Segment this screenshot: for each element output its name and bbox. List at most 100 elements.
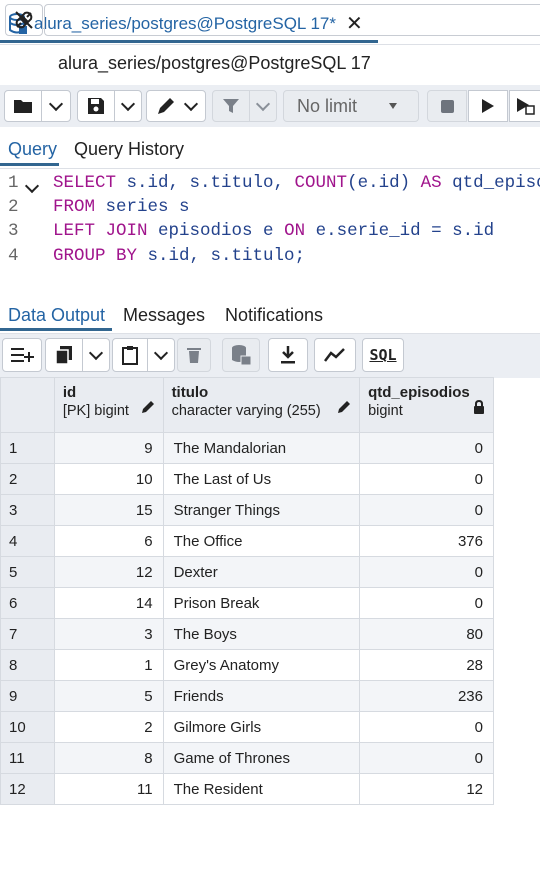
row-number[interactable]: 8 xyxy=(0,649,55,681)
copy-button[interactable] xyxy=(45,338,83,372)
cell-qtd-episodios[interactable]: 0 xyxy=(359,556,494,588)
cell-id[interactable]: 10 xyxy=(53,463,164,495)
cell-titulo[interactable]: Game of Thrones xyxy=(162,742,361,774)
cell-qtd-episodios[interactable]: 28 xyxy=(359,649,494,681)
row-number[interactable]: 2 xyxy=(0,463,55,495)
cell-titulo[interactable]: Friends xyxy=(162,680,361,712)
connection-status-button[interactable] xyxy=(5,4,43,36)
filter-icon xyxy=(223,99,239,113)
table-row[interactable]: 11 8 Game of Thrones 0 xyxy=(0,742,494,774)
cell-id[interactable]: 15 xyxy=(53,494,164,526)
cell-qtd-episodios[interactable]: 376 xyxy=(359,525,494,557)
cell-qtd-episodios[interactable]: 80 xyxy=(359,618,494,650)
tab-notifications[interactable]: Notifications xyxy=(225,305,323,326)
sql-token: FROM xyxy=(53,197,106,217)
table-row[interactable]: 2 10 The Last of Us 0 xyxy=(0,463,494,495)
row-number[interactable]: 5 xyxy=(0,556,55,588)
cell-titulo[interactable]: Dexter xyxy=(162,556,361,588)
chevron-down-icon xyxy=(183,96,199,111)
table-row[interactable]: 7 3 The Boys 80 xyxy=(0,618,494,650)
graph-visualiser-button[interactable] xyxy=(314,338,356,372)
row-number[interactable]: 11 xyxy=(0,742,55,774)
cell-titulo[interactable]: The Mandalorian xyxy=(162,432,361,464)
open-file-menu-button[interactable] xyxy=(41,90,71,122)
sql-token: episodios e xyxy=(158,221,285,241)
save-button[interactable] xyxy=(77,90,115,122)
cell-titulo[interactable]: The Boys xyxy=(162,618,361,650)
cell-qtd-episodios[interactable]: 0 xyxy=(359,432,494,464)
data-grid: id [PK] bigint titulo character varying … xyxy=(0,377,494,805)
save-data-button[interactable] xyxy=(222,338,260,372)
row-number[interactable]: 4 xyxy=(0,525,55,557)
table-row[interactable]: 8 1 Grey's Anatomy 28 xyxy=(0,649,494,681)
cell-qtd-episodios[interactable]: 236 xyxy=(359,680,494,712)
cell-qtd-episodios[interactable]: 0 xyxy=(359,587,494,619)
delete-row-button[interactable] xyxy=(177,338,211,372)
execute-button[interactable] xyxy=(468,90,508,122)
cell-titulo[interactable]: The Resident xyxy=(162,773,361,805)
row-number[interactable]: 9 xyxy=(0,680,55,712)
cell-qtd-episodios[interactable]: 0 xyxy=(359,463,494,495)
cell-qtd-episodios[interactable]: 0 xyxy=(359,494,494,526)
sql-token: LEFT JOIN xyxy=(53,221,159,241)
column-header-titulo[interactable]: titulo character varying (255) xyxy=(162,377,361,433)
column-header-id[interactable]: id [PK] bigint xyxy=(53,377,164,433)
paste-button[interactable] xyxy=(112,338,148,372)
cell-id[interactable]: 6 xyxy=(53,525,164,557)
table-row[interactable]: 3 15 Stranger Things 0 xyxy=(0,494,494,526)
copy-menu-button[interactable] xyxy=(82,338,110,372)
cell-titulo[interactable]: The Office xyxy=(162,525,361,557)
tab-messages[interactable]: Messages xyxy=(123,305,205,326)
tab-data-output[interactable]: Data Output xyxy=(8,305,105,326)
table-row[interactable]: 1 9 The Mandalorian 0 xyxy=(0,432,494,464)
cell-id[interactable]: 8 xyxy=(53,742,164,774)
cell-id[interactable]: 11 xyxy=(53,773,164,805)
open-file-button[interactable] xyxy=(4,90,42,122)
filter-button[interactable] xyxy=(212,90,250,122)
copy-icon xyxy=(55,346,72,365)
cell-id[interactable]: 14 xyxy=(53,587,164,619)
table-row[interactable]: 12 11 The Resident 12 xyxy=(0,773,494,805)
column-header-qtd-episodios[interactable]: qtd_episodios bigint xyxy=(359,377,494,433)
cell-titulo[interactable]: Stranger Things xyxy=(162,494,361,526)
row-number[interactable]: 6 xyxy=(0,587,55,619)
sql-token: AS xyxy=(420,173,453,193)
cell-qtd-episodios[interactable]: 0 xyxy=(359,742,494,774)
cell-titulo[interactable]: Grey's Anatomy xyxy=(162,649,361,681)
filter-menu-button[interactable] xyxy=(249,90,277,122)
add-row-button[interactable] xyxy=(2,338,42,372)
edit-button[interactable] xyxy=(146,90,206,122)
paste-menu-button[interactable] xyxy=(147,338,175,372)
table-row[interactable]: 6 14 Prison Break 0 xyxy=(0,587,494,619)
cell-titulo[interactable]: Gilmore Girls xyxy=(162,711,361,743)
stop-button[interactable] xyxy=(427,90,467,122)
row-number[interactable]: 3 xyxy=(0,494,55,526)
row-number-header[interactable] xyxy=(0,377,55,433)
cell-qtd-episodios[interactable]: 12 xyxy=(359,773,494,805)
cell-id[interactable]: 5 xyxy=(53,680,164,712)
connection-selector[interactable] xyxy=(44,4,540,36)
row-number[interactable]: 1 xyxy=(0,432,55,464)
cell-id[interactable]: 9 xyxy=(53,432,164,464)
cell-id[interactable]: 1 xyxy=(53,649,164,681)
table-row[interactable]: 9 5 Friends 236 xyxy=(0,680,494,712)
table-row[interactable]: 4 6 The Office 376 xyxy=(0,525,494,557)
cell-titulo[interactable]: The Last of Us xyxy=(162,463,361,495)
execute-script-button[interactable] xyxy=(509,90,540,122)
save-menu-button[interactable] xyxy=(114,90,142,122)
sql-button[interactable]: SQL xyxy=(362,338,404,372)
download-button[interactable] xyxy=(268,338,308,372)
tab-query[interactable]: Query xyxy=(8,139,57,160)
cell-qtd-episodios[interactable]: 0 xyxy=(359,711,494,743)
cell-id[interactable]: 2 xyxy=(53,711,164,743)
row-limit-select[interactable]: No limit xyxy=(283,90,419,122)
table-row[interactable]: 10 2 Gilmore Girls 0 xyxy=(0,711,494,743)
row-number[interactable]: 10 xyxy=(0,711,55,743)
table-row[interactable]: 5 12 Dexter 0 xyxy=(0,556,494,588)
tab-query-history[interactable]: Query History xyxy=(74,139,184,160)
cell-titulo[interactable]: Prison Break xyxy=(162,587,361,619)
row-number[interactable]: 7 xyxy=(0,618,55,650)
cell-id[interactable]: 3 xyxy=(53,618,164,650)
cell-id[interactable]: 12 xyxy=(53,556,164,588)
row-number[interactable]: 12 xyxy=(0,773,55,805)
